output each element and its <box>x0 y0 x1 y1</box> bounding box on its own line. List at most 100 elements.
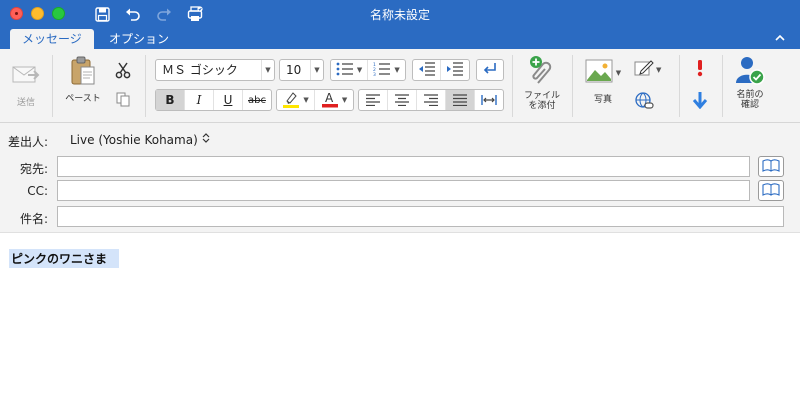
signature-icon <box>634 59 654 80</box>
indent-button[interactable] <box>441 60 469 80</box>
to-input[interactable] <box>57 156 750 177</box>
title-bar: 名称未設定 <box>0 0 800 28</box>
svg-text:3: 3 <box>373 72 376 76</box>
color-buttons: ▼ A ▼ <box>276 89 354 111</box>
message-header-fields: 差出人: Live (Yoshie Kohama) 宛先: CC: 件名: <box>0 123 800 233</box>
font-name-select[interactable]: ＭＳ ゴシック ▼ <box>155 59 275 81</box>
body-selected-text[interactable]: ピンクのワニさま <box>9 249 120 268</box>
attach-label-line1: ファイル <box>523 91 560 101</box>
check-names-button[interactable]: 名前の 確認 <box>730 55 770 110</box>
strikethrough-button[interactable]: abc <box>243 90 271 110</box>
cc-address-book-button[interactable] <box>758 180 784 201</box>
subject-input[interactable] <box>57 206 784 227</box>
attach-icon <box>528 55 556 90</box>
picture-button[interactable]: ▼ 写真 <box>582 59 624 105</box>
ribbon-divider <box>722 55 723 117</box>
font-size-select[interactable]: 10 ▼ <box>279 59 324 81</box>
italic-button[interactable]: I <box>185 90 214 110</box>
font-style-buttons: B I U abc <box>155 89 272 111</box>
copy-icon[interactable] <box>113 91 133 107</box>
ribbon: 送信 ペースト ＭＳ ゴシック ▼ 10 ▼ ▼ 123 ▼ B I U abc… <box>0 49 800 123</box>
high-importance-button[interactable] <box>691 59 709 80</box>
paste-label: ペースト <box>65 94 101 104</box>
from-label: 差出人: <box>8 135 49 149</box>
tab-message[interactable]: メッセージ <box>10 29 94 49</box>
paste-button[interactable]: ペースト <box>62 55 104 104</box>
chevron-down-icon: ▼ <box>656 65 662 74</box>
numbering-button[interactable]: 123 ▼ <box>368 60 405 80</box>
align-left-button[interactable] <box>359 90 388 110</box>
ribbon-divider <box>145 55 146 117</box>
collapse-ribbon-icon[interactable] <box>774 32 786 44</box>
low-importance-icon <box>692 91 708 112</box>
to-label: 宛先: <box>19 162 48 176</box>
align-right-button[interactable] <box>417 90 446 110</box>
attach-label-line2: を添付 <box>528 101 556 111</box>
subject-label: 件名: <box>19 212 48 226</box>
paste-icon <box>69 55 97 90</box>
check-names-line1: 名前の <box>736 90 764 100</box>
window-title: 名称未設定 <box>369 8 430 22</box>
chevron-down-icon: ▼ <box>394 66 400 74</box>
tab-options[interactable]: オプション <box>97 29 181 49</box>
picture-icon <box>585 59 613 86</box>
chevron-down-icon: ▼ <box>356 66 363 74</box>
rtl-icon <box>482 62 498 79</box>
numbering-icon: 123 <box>373 62 391 79</box>
text-direction-button[interactable] <box>477 60 503 80</box>
address-book-icon <box>762 182 780 199</box>
bullets-icon <box>336 62 354 79</box>
chevron-down-icon: ▼ <box>615 68 622 77</box>
address-book-icon <box>762 158 780 175</box>
chevron-updown-icon <box>202 132 210 147</box>
highlight-button[interactable]: ▼ <box>277 90 316 111</box>
link-icon <box>634 91 654 114</box>
indent-icon <box>446 61 464 79</box>
hyperlink-button[interactable] <box>634 91 654 114</box>
ribbon-divider <box>679 55 680 117</box>
send-icon <box>10 61 42 90</box>
from-account-value: Live (Yoshie Kohama) <box>70 132 198 147</box>
alignment-buttons <box>358 89 504 111</box>
text-direction-buttons <box>476 59 504 81</box>
outdent-icon <box>418 61 436 79</box>
highlight-icon <box>282 90 300 111</box>
font-color-button[interactable]: A ▼ <box>315 90 353 110</box>
send-button[interactable]: 送信 <box>8 61 44 108</box>
justify-button[interactable] <box>446 90 475 110</box>
font-size-value: 10 <box>286 63 302 77</box>
align-center-button[interactable] <box>388 90 417 110</box>
chevron-down-icon: ▼ <box>303 96 309 104</box>
indent-buttons <box>412 59 470 81</box>
from-account-select[interactable]: Live (Yoshie Kohama) <box>70 132 210 147</box>
to-address-book-button[interactable] <box>758 156 784 177</box>
list-buttons: ▼ 123 ▼ <box>330 59 406 81</box>
chevron-down-icon: ▼ <box>341 96 348 104</box>
underline-button[interactable]: U <box>214 90 243 110</box>
message-body[interactable]: ピンクのワニさま <box>0 234 800 400</box>
ribbon-tab-row: メッセージ オプション <box>0 28 800 49</box>
cut-icon[interactable] <box>113 61 133 79</box>
attach-file-button[interactable]: ファイル を添付 <box>519 55 565 111</box>
distributed-button[interactable] <box>475 90 503 110</box>
low-importance-button[interactable] <box>690 91 710 112</box>
check-names-line2: 確認 <box>740 100 759 110</box>
font-name-value: ＭＳ ゴシック <box>162 63 238 77</box>
outdent-button[interactable] <box>413 60 442 80</box>
chevron-down-icon: ▼ <box>261 60 274 80</box>
photo-label: 写真 <box>593 95 612 105</box>
check-names-icon <box>735 55 765 88</box>
font-color-icon: A <box>321 90 339 111</box>
cc-input[interactable] <box>57 180 750 201</box>
ribbon-divider <box>52 55 53 117</box>
svg-text:A: A <box>325 91 334 105</box>
cc-label: CC: <box>27 184 48 198</box>
bold-button[interactable]: B <box>156 90 185 110</box>
bullets-button[interactable]: ▼ <box>331 60 369 80</box>
ribbon-divider <box>512 55 513 117</box>
high-importance-icon <box>695 59 705 80</box>
send-label: 送信 <box>16 98 35 108</box>
chevron-down-icon: ▼ <box>310 60 323 80</box>
ribbon-divider <box>572 55 573 117</box>
signature-button[interactable]: ▼ <box>634 59 666 80</box>
